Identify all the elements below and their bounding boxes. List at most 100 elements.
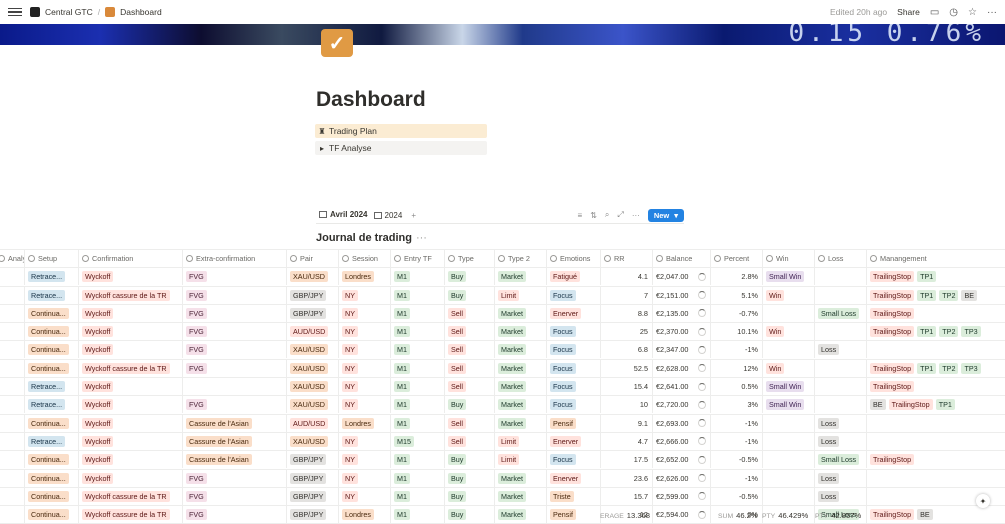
- table-cell[interactable]: 15.4: [600, 378, 652, 396]
- column-header[interactable]: Analy...: [0, 250, 24, 267]
- table-cell[interactable]: TrailingStop: [866, 304, 1005, 322]
- breadcrumb-page[interactable]: Dashboard: [120, 7, 162, 17]
- table-cell[interactable]: 6.8: [600, 341, 652, 359]
- table-cell[interactable]: Continua...: [24, 487, 78, 505]
- percent-sum[interactable]: SUM 46.2%: [718, 511, 758, 520]
- table-cell[interactable]: Limit: [494, 286, 546, 304]
- table-cell[interactable]: Market: [494, 378, 546, 396]
- table-cell[interactable]: €2,626.00: [652, 469, 710, 487]
- table-cell[interactable]: NY: [338, 396, 390, 414]
- more-icon[interactable]: ···: [987, 7, 997, 18]
- table-row[interactable]: Continua... Wyckoff FVG GBP/JPY NY M1 Buy Marke…: [0, 469, 1005, 488]
- table-cell[interactable]: Market: [494, 268, 546, 286]
- table-cell[interactable]: -0.5%: [710, 451, 762, 469]
- table-cell[interactable]: Win: [762, 359, 814, 377]
- table-cell[interactable]: NY: [338, 487, 390, 505]
- table-cell[interactable]: Focus: [546, 341, 600, 359]
- table-cell[interactable]: 17.5: [600, 451, 652, 469]
- comment-icon[interactable]: ▭: [930, 7, 939, 18]
- table-cell[interactable]: [0, 305, 24, 322]
- table-cell[interactable]: [0, 396, 24, 413]
- table-cell[interactable]: NY: [338, 304, 390, 322]
- column-header[interactable]: RR: [600, 250, 652, 267]
- table-cell[interactable]: Sell: [444, 359, 494, 377]
- table-cell[interactable]: XAU/USD: [286, 341, 338, 359]
- table-cell[interactable]: TrailingStop: [866, 451, 1005, 469]
- table-cell[interactable]: [814, 286, 866, 304]
- table-row[interactable]: Retrace... Wyckoff FVG XAU/USD NY M1 Buy Market…: [0, 396, 1005, 415]
- table-cell[interactable]: €2,135.00: [652, 304, 710, 322]
- table-cell[interactable]: FVG: [182, 359, 286, 377]
- table-cell[interactable]: 23.6: [600, 469, 652, 487]
- table-cell[interactable]: 3%: [710, 396, 762, 414]
- table-cell[interactable]: Wyckoff: [78, 378, 182, 396]
- table-cell[interactable]: Buy: [444, 268, 494, 286]
- table-cell[interactable]: M1: [390, 469, 444, 487]
- table-cell[interactable]: -0.7%: [710, 304, 762, 322]
- table-cell[interactable]: M1: [390, 359, 444, 377]
- table-cell[interactable]: Londres: [338, 268, 390, 286]
- table-cell[interactable]: NY: [338, 378, 390, 396]
- table-row[interactable]: Continua... Wyckoff cassure de la TR FVG GB…: [0, 487, 1005, 507]
- table-cell[interactable]: 0.5%: [710, 378, 762, 396]
- table-cell[interactable]: [0, 378, 24, 395]
- column-header[interactable]: Session: [338, 250, 390, 267]
- table-cell[interactable]: GBP/JPY: [286, 286, 338, 304]
- table-cell[interactable]: Small Loss: [814, 451, 866, 469]
- table-cell[interactable]: [0, 433, 24, 450]
- column-header[interactable]: Loss: [814, 250, 866, 267]
- table-row[interactable]: Continua... Wyckoff Cassure de l'Asian AUD/…: [0, 414, 1005, 433]
- table-cell[interactable]: -1%: [710, 341, 762, 359]
- table-cell[interactable]: Wyckoff cassure de la TR: [78, 359, 182, 377]
- more-options-icon[interactable]: ···: [632, 211, 640, 220]
- rr-average[interactable]: ERAGE 13.368: [600, 511, 650, 520]
- table-cell[interactable]: Pensif: [546, 414, 600, 432]
- table-cell[interactable]: Limit: [494, 451, 546, 469]
- menu-icon[interactable]: [8, 8, 22, 16]
- table-cell[interactable]: -1%: [710, 414, 762, 432]
- tf-analyse-toggle[interactable]: ▸ TF Analyse: [315, 141, 487, 155]
- table-cell[interactable]: M1: [390, 341, 444, 359]
- table-cell[interactable]: Market: [494, 396, 546, 414]
- table-cell[interactable]: €2,641.00: [652, 378, 710, 396]
- table-row[interactable]: Continua... Wyckoff FVG AUD/USD NY M1 Sell Mark…: [0, 323, 1005, 342]
- database-more-icon[interactable]: ···: [416, 232, 427, 244]
- table-cell[interactable]: Sell: [444, 323, 494, 341]
- table-cell[interactable]: Wyckoff cassure de la TR: [78, 487, 182, 505]
- table-cell[interactable]: [0, 287, 24, 304]
- table-cell[interactable]: [814, 268, 866, 286]
- table-cell[interactable]: [814, 378, 866, 396]
- table-cell[interactable]: -0.5%: [710, 487, 762, 505]
- table-cell[interactable]: FVG: [182, 396, 286, 414]
- table-cell[interactable]: [762, 432, 814, 450]
- table-cell[interactable]: [866, 341, 1005, 359]
- table-cell[interactable]: €2,370.00: [652, 323, 710, 341]
- table-cell[interactable]: Continua...: [24, 341, 78, 359]
- table-cell[interactable]: 25: [600, 323, 652, 341]
- table-cell[interactable]: Triste: [546, 487, 600, 505]
- table-cell[interactable]: XAU/USD: [286, 359, 338, 377]
- table-cell[interactable]: Fatigué: [546, 268, 600, 286]
- table-cell[interactable]: [0, 323, 24, 340]
- table-cell[interactable]: €2,666.00: [652, 432, 710, 450]
- table-cell[interactable]: Continua...: [24, 359, 78, 377]
- table-cell[interactable]: Wyckoff: [78, 469, 182, 487]
- table-cell[interactable]: Continua...: [24, 451, 78, 469]
- table-cell[interactable]: Enerver: [546, 469, 600, 487]
- new-button[interactable]: New ▾: [647, 208, 684, 222]
- table-cell[interactable]: Continua...: [24, 323, 78, 341]
- table-row[interactable]: Retrace... Wyckoff FVG XAU/USD Londres M1 Buy M…: [0, 268, 1005, 287]
- table-cell[interactable]: Cassure de l'Asian: [182, 414, 286, 432]
- clock-icon[interactable]: ◷: [949, 7, 958, 18]
- table-cell[interactable]: FVG: [182, 286, 286, 304]
- resize-icon[interactable]: ⤢: [617, 210, 623, 220]
- table-cell[interactable]: Sell: [444, 304, 494, 322]
- sparkle-icon[interactable]: ✦: [976, 494, 990, 508]
- table-cell[interactable]: Loss: [814, 414, 866, 432]
- table-cell[interactable]: [762, 451, 814, 469]
- table-cell[interactable]: €2,652.00: [652, 451, 710, 469]
- table-cell[interactable]: Wyckoff: [78, 323, 182, 341]
- column-header[interactable]: Win: [762, 250, 814, 267]
- table-cell[interactable]: Limit: [494, 432, 546, 450]
- table-cell[interactable]: 4.7: [600, 432, 652, 450]
